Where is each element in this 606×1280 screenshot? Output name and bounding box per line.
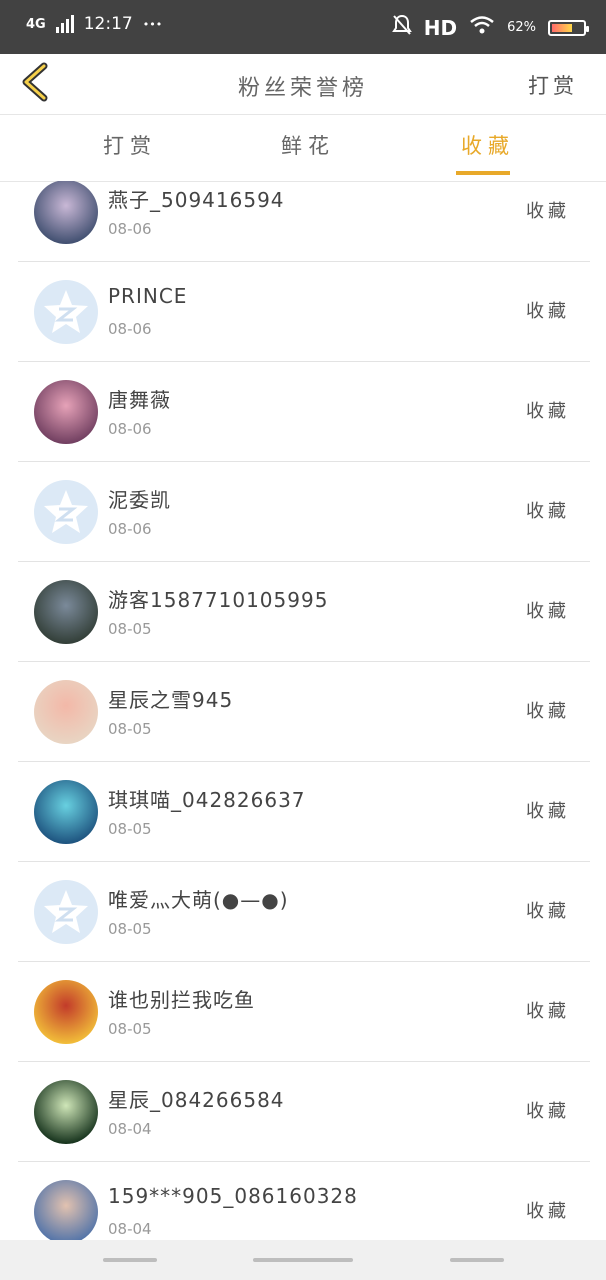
date-label: 08-06	[108, 520, 152, 538]
avatar[interactable]	[34, 980, 98, 1044]
date-label: 08-05	[108, 820, 152, 838]
action-label: 收藏	[526, 501, 570, 522]
signal-icon	[55, 15, 74, 33]
user-name: 游客1587710105995	[108, 588, 329, 612]
user-name: 唐舞薇	[108, 388, 171, 412]
reward-button[interactable]: 打赏	[528, 70, 578, 100]
action-label: 收藏	[526, 601, 570, 622]
date-label: 08-04	[108, 1220, 152, 1238]
battery-percent: 62%	[507, 20, 536, 35]
list-item[interactable]: 游客1587710105995 08-05 收藏	[18, 562, 590, 662]
tab-reward[interactable]: 打赏	[103, 130, 157, 160]
battery-icon	[548, 19, 589, 36]
avatar[interactable]	[34, 1180, 98, 1240]
user-name: 星辰之雪945	[108, 688, 234, 712]
date-label: 08-05	[108, 920, 152, 938]
avatar[interactable]	[34, 680, 98, 744]
star-icon	[44, 490, 88, 533]
tab-bar: 打赏 鲜花 收藏	[0, 115, 606, 182]
date-label: 08-06	[108, 320, 152, 338]
date-label: 08-05	[108, 620, 152, 638]
default-avatar[interactable]	[34, 280, 98, 344]
network-type: 4G	[26, 16, 46, 32]
list-item[interactable]: 星辰_084266584 08-04 收藏	[18, 1062, 590, 1162]
action-label: 收藏	[526, 1101, 570, 1122]
date-label: 08-05	[108, 1020, 152, 1038]
user-name: 泥委凯	[108, 488, 171, 512]
action-label: 收藏	[526, 401, 570, 422]
date-label: 08-06	[108, 420, 152, 438]
user-name: 星辰_084266584	[108, 1088, 285, 1112]
nav-menu-button[interactable]	[103, 1258, 157, 1262]
avatar[interactable]	[34, 780, 98, 844]
user-name: 琪琪喵_042826637	[108, 788, 306, 812]
action-label: 收藏	[526, 1001, 570, 1022]
user-name: 燕子_509416594	[108, 188, 285, 212]
default-avatar[interactable]	[34, 480, 98, 544]
date-label: 08-06	[108, 220, 152, 238]
hd-indicator: HD	[423, 15, 458, 40]
avatar[interactable]	[34, 1080, 98, 1144]
star-icon	[44, 290, 88, 333]
mute-bell-icon	[391, 14, 412, 41]
date-label: 08-04	[108, 1120, 152, 1138]
user-name: 谁也别拦我吃鱼	[108, 988, 255, 1012]
action-label: 收藏	[526, 701, 570, 722]
fan-list[interactable]: 燕子_509416594 08-06 收藏 PRINCE 08-06 收藏 唐舞薇 08-06…	[0, 181, 606, 1240]
wifi-icon	[469, 15, 495, 40]
notification-dots: •••	[142, 17, 163, 31]
list-item[interactable]: 星辰之雪945 08-05 收藏	[18, 662, 590, 762]
avatar[interactable]	[34, 181, 98, 244]
system-nav-bar	[0, 1240, 606, 1280]
default-avatar[interactable]	[34, 880, 98, 944]
list-item[interactable]: 159***905_086160328 08-04 收藏	[18, 1162, 590, 1240]
header: 粉丝荣誉榜 打赏	[0, 54, 606, 115]
list-item[interactable]: PRINCE 08-06 收藏	[18, 262, 590, 362]
user-name: 159***905_086160328	[108, 1184, 358, 1208]
list-item[interactable]: 唯爱灬大萌(●—●) 08-05 收藏	[18, 862, 590, 962]
action-label: 收藏	[526, 201, 570, 222]
status-bar: 4G 12:17 ••• HD 62%	[0, 0, 606, 54]
nav-back-button[interactable]	[450, 1258, 504, 1262]
action-label: 收藏	[526, 901, 570, 922]
clock: 12:17	[83, 14, 133, 34]
nav-home-button[interactable]	[253, 1258, 353, 1262]
action-label: 收藏	[526, 1201, 570, 1222]
list-item[interactable]: 唐舞薇 08-06 收藏	[18, 362, 590, 462]
avatar[interactable]	[34, 380, 98, 444]
list-item[interactable]: 泥委凯 08-06 收藏	[18, 462, 590, 562]
action-label: 收藏	[526, 801, 570, 822]
user-name: PRINCE	[108, 284, 188, 308]
date-label: 08-05	[108, 720, 152, 738]
list-item[interactable]: 谁也别拦我吃鱼 08-05 收藏	[18, 962, 590, 1062]
avatar[interactable]	[34, 580, 98, 644]
tab-favorites[interactable]: 收藏	[461, 130, 515, 160]
action-label: 收藏	[526, 301, 570, 322]
user-name: 唯爱灬大萌(●—●)	[108, 888, 289, 912]
star-icon	[44, 890, 88, 933]
tab-flowers[interactable]: 鲜花	[281, 130, 335, 160]
page-title: 粉丝荣誉榜	[237, 76, 368, 101]
list-item[interactable]: 燕子_509416594 08-06 收藏	[18, 181, 590, 262]
active-tab-indicator	[456, 171, 510, 175]
list-item[interactable]: 琪琪喵_042826637 08-05 收藏	[18, 762, 590, 862]
